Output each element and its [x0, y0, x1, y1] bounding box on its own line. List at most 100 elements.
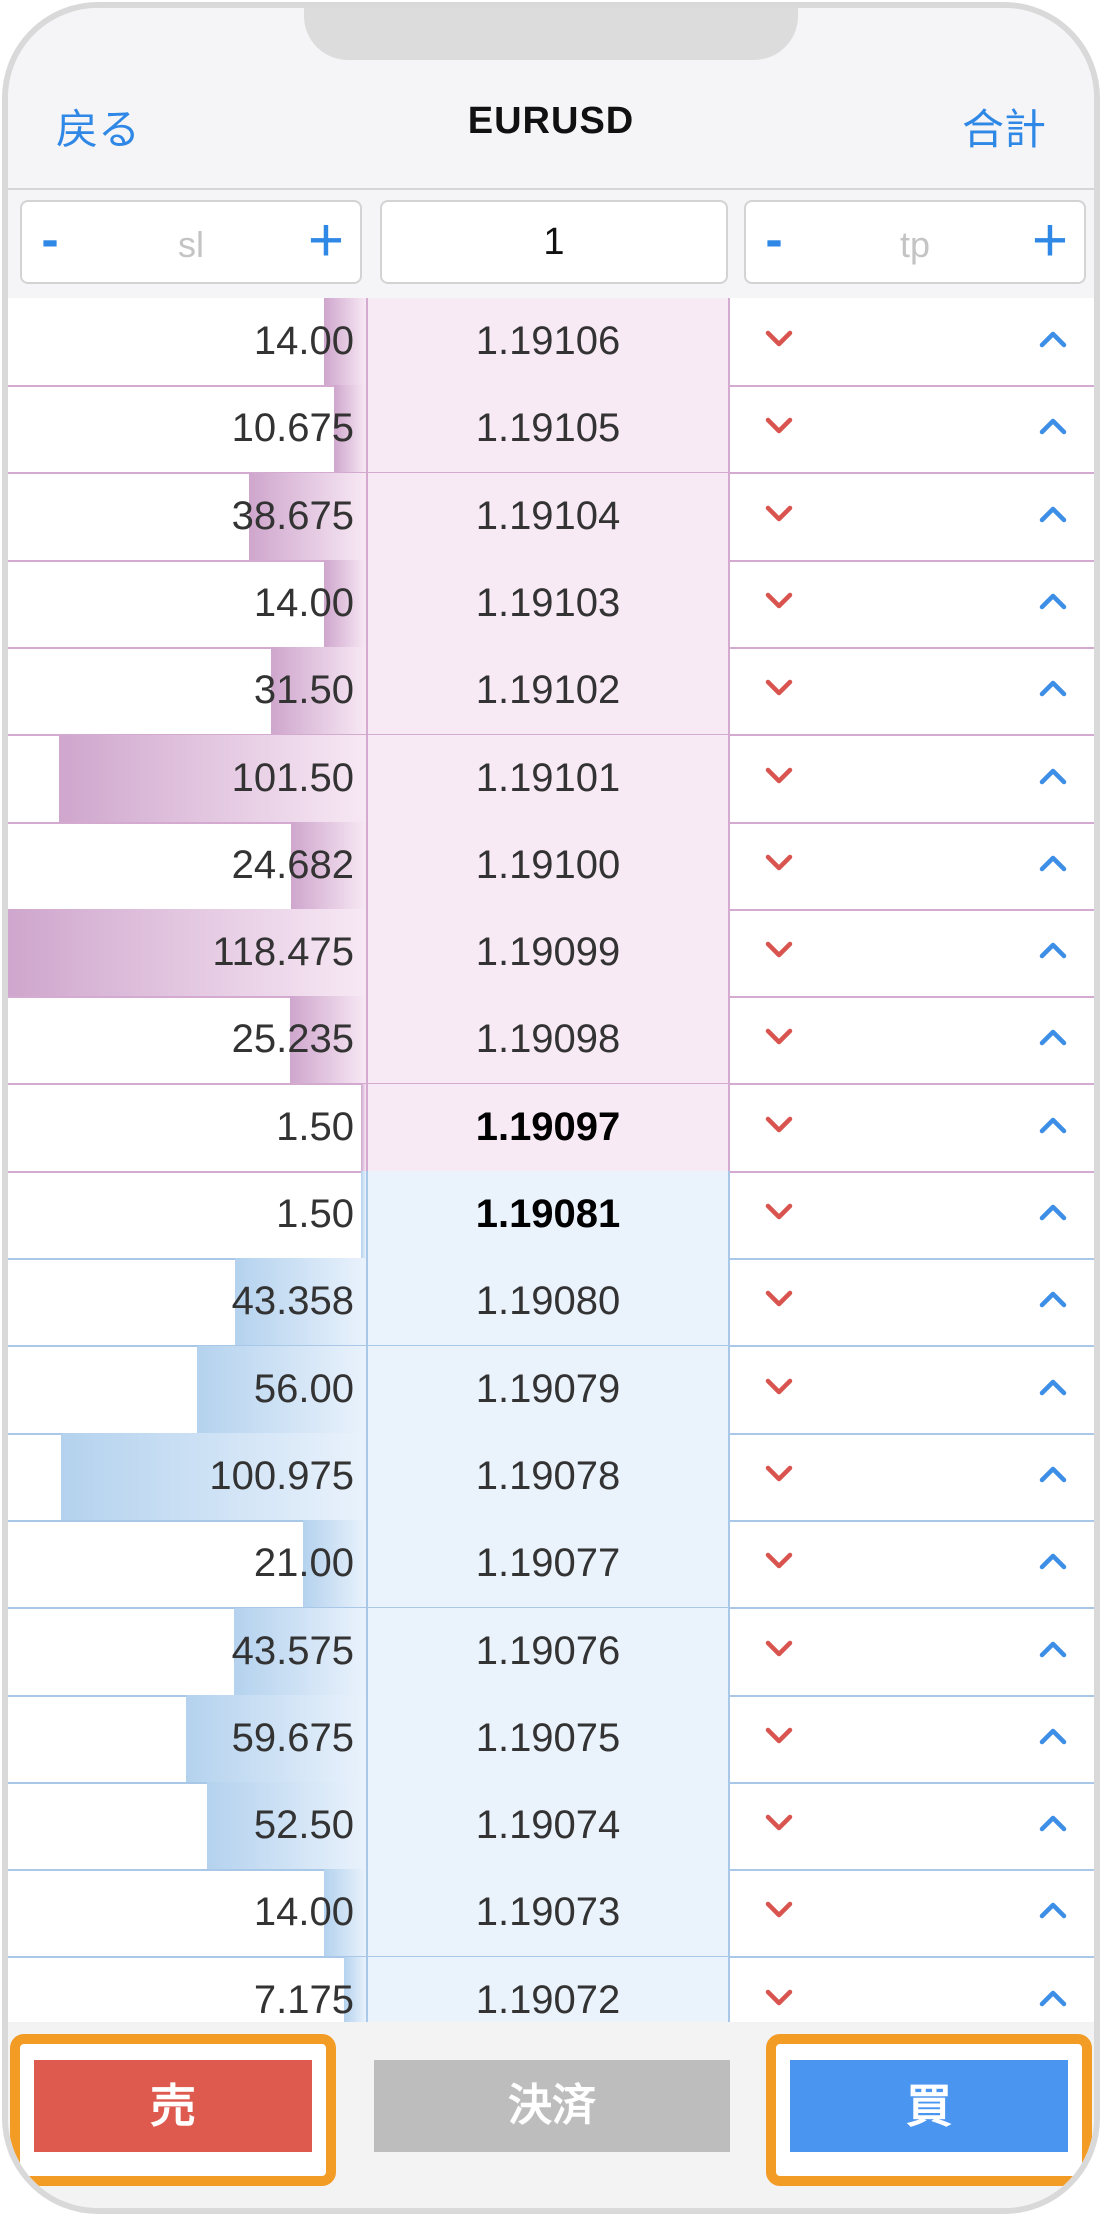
price-level[interactable]: 1.19077	[366, 1520, 730, 1608]
close-position-button[interactable]: 決済	[374, 2060, 730, 2152]
chevron-up-icon[interactable]	[1038, 1114, 1068, 1136]
price-level[interactable]: 1.19078	[366, 1432, 730, 1520]
chevron-up-icon[interactable]	[1038, 1550, 1068, 1572]
chevron-up-icon[interactable]	[1038, 852, 1068, 874]
chevron-up-icon[interactable]	[1038, 1288, 1068, 1310]
phone-frame: 戻る EURUSD 合計 - sl + 1 - tp + 14.00 1.1910…	[2, 2, 1100, 2214]
chevron-down-icon[interactable]	[764, 1987, 794, 2009]
price-level[interactable]: 1.19099	[366, 909, 730, 997]
chevron-up-icon[interactable]	[1038, 939, 1068, 961]
chevron-down-icon[interactable]	[764, 1899, 794, 1921]
chevron-up-icon[interactable]	[1038, 1463, 1068, 1485]
chevron-down-icon[interactable]	[764, 415, 794, 437]
volume-cell: 1.50	[8, 1083, 366, 1171]
chevron-up-icon[interactable]	[1038, 1376, 1068, 1398]
chevron-up-icon[interactable]	[1038, 503, 1068, 525]
chevron-down-icon[interactable]	[764, 1026, 794, 1048]
volume-cell: 24.682	[8, 821, 366, 909]
price-level[interactable]: 1.19106	[366, 298, 730, 385]
chevron-down-icon[interactable]	[764, 1725, 794, 1747]
price-level[interactable]: 1.19079	[366, 1345, 730, 1433]
volume-input[interactable]: 1	[380, 200, 728, 284]
chevron-down-icon[interactable]	[764, 328, 794, 350]
volume-value: 43.575	[231, 1628, 354, 1673]
buy-button[interactable]: 買	[790, 2060, 1068, 2152]
volume-cell: 43.358	[8, 1258, 366, 1346]
total-button[interactable]: 合計	[962, 96, 1046, 157]
chevron-down-icon[interactable]	[764, 1376, 794, 1398]
bid-row: 1.50 1.19081	[8, 1171, 1094, 1260]
chevron-up-icon[interactable]	[1038, 1987, 1068, 2009]
chevron-down-icon[interactable]	[764, 852, 794, 874]
price-level[interactable]: 1.19103	[366, 559, 730, 647]
price-level[interactable]: 1.19098	[366, 996, 730, 1084]
price-level[interactable]: 1.19104	[366, 472, 730, 560]
price-level[interactable]: 1.19080	[366, 1258, 730, 1346]
chevron-down-icon[interactable]	[764, 1201, 794, 1223]
volume-cell: 38.675	[8, 472, 366, 560]
volume-value: 24.682	[231, 842, 354, 887]
price-level[interactable]: 1.19072	[366, 1956, 730, 2022]
price-level[interactable]: 1.19102	[366, 647, 730, 735]
sell-button[interactable]: 売	[34, 2060, 312, 2152]
price-level[interactable]: 1.19100	[366, 821, 730, 909]
volume-value: 52.50	[253, 1803, 354, 1848]
chevron-up-icon[interactable]	[1038, 590, 1068, 612]
chevron-down-icon[interactable]	[764, 677, 794, 699]
price-level[interactable]: 1.19073	[366, 1869, 730, 1957]
bid-row: 14.00 1.19073	[8, 1869, 1094, 1959]
volume-value: 25.235	[231, 1017, 354, 1062]
volume-value: 56.00	[253, 1366, 354, 1411]
price-level[interactable]: 1.19097	[366, 1083, 730, 1171]
chevron-down-icon[interactable]	[764, 590, 794, 612]
price-level[interactable]: 1.19105	[366, 385, 730, 473]
symbol-title: EURUSD	[467, 100, 635, 142]
chevron-up-icon[interactable]	[1038, 328, 1068, 350]
chevron-down-icon[interactable]	[764, 1288, 794, 1310]
price-level[interactable]: 1.19075	[366, 1694, 730, 1782]
chevron-down-icon[interactable]	[764, 765, 794, 787]
ask-row: 14.00 1.19106	[8, 298, 1094, 387]
ask-row: 24.682 1.19100	[8, 821, 1094, 911]
volume-cell: 14.00	[8, 1869, 366, 1957]
volume-cell: 59.675	[8, 1694, 366, 1782]
chevron-up-icon[interactable]	[1038, 1899, 1068, 1921]
order-parameters: - sl + 1 - tp +	[8, 190, 1094, 298]
volume-value: 7.175	[253, 1977, 354, 2022]
chevron-down-icon[interactable]	[764, 1638, 794, 1660]
bid-row: 21.00 1.19077	[8, 1520, 1094, 1610]
chevron-up-icon[interactable]	[1038, 1725, 1068, 1747]
phone-notch	[304, 8, 798, 60]
chevron-up-icon[interactable]	[1038, 1026, 1068, 1048]
volume-value: 21.00	[253, 1541, 354, 1586]
volume-cell: 52.50	[8, 1782, 366, 1870]
bid-row: 56.00 1.19079	[8, 1345, 1094, 1435]
volume-cell: 100.975	[8, 1432, 366, 1520]
price-level[interactable]: 1.19074	[366, 1782, 730, 1870]
chevron-up-icon[interactable]	[1038, 677, 1068, 699]
chevron-down-icon[interactable]	[764, 939, 794, 961]
chevron-up-icon[interactable]	[1038, 1201, 1068, 1223]
bid-row: 59.675 1.19075	[8, 1694, 1094, 1784]
chevron-down-icon[interactable]	[764, 1550, 794, 1572]
tp-increment-button[interactable]: +	[1020, 206, 1080, 276]
chevron-down-icon[interactable]	[764, 503, 794, 525]
ask-row: 14.00 1.19103	[8, 559, 1094, 649]
chevron-up-icon[interactable]	[1038, 765, 1068, 787]
volume-cell: 101.50	[8, 734, 366, 822]
volume-cell: 10.675	[8, 385, 366, 473]
sl-increment-button[interactable]: +	[296, 206, 356, 276]
order-button-bar: 売 決済 買	[8, 2022, 1094, 2208]
price-level[interactable]: 1.19076	[366, 1607, 730, 1695]
price-level[interactable]: 1.19081	[366, 1171, 730, 1258]
volume-cell: 21.00	[8, 1520, 366, 1608]
chevron-down-icon[interactable]	[764, 1812, 794, 1834]
volume-cell: 31.50	[8, 647, 366, 735]
volume-cell: 1.50	[8, 1171, 366, 1258]
chevron-up-icon[interactable]	[1038, 415, 1068, 437]
chevron-down-icon[interactable]	[764, 1114, 794, 1136]
chevron-up-icon[interactable]	[1038, 1812, 1068, 1834]
price-level[interactable]: 1.19101	[366, 734, 730, 822]
chevron-up-icon[interactable]	[1038, 1638, 1068, 1660]
chevron-down-icon[interactable]	[764, 1463, 794, 1485]
